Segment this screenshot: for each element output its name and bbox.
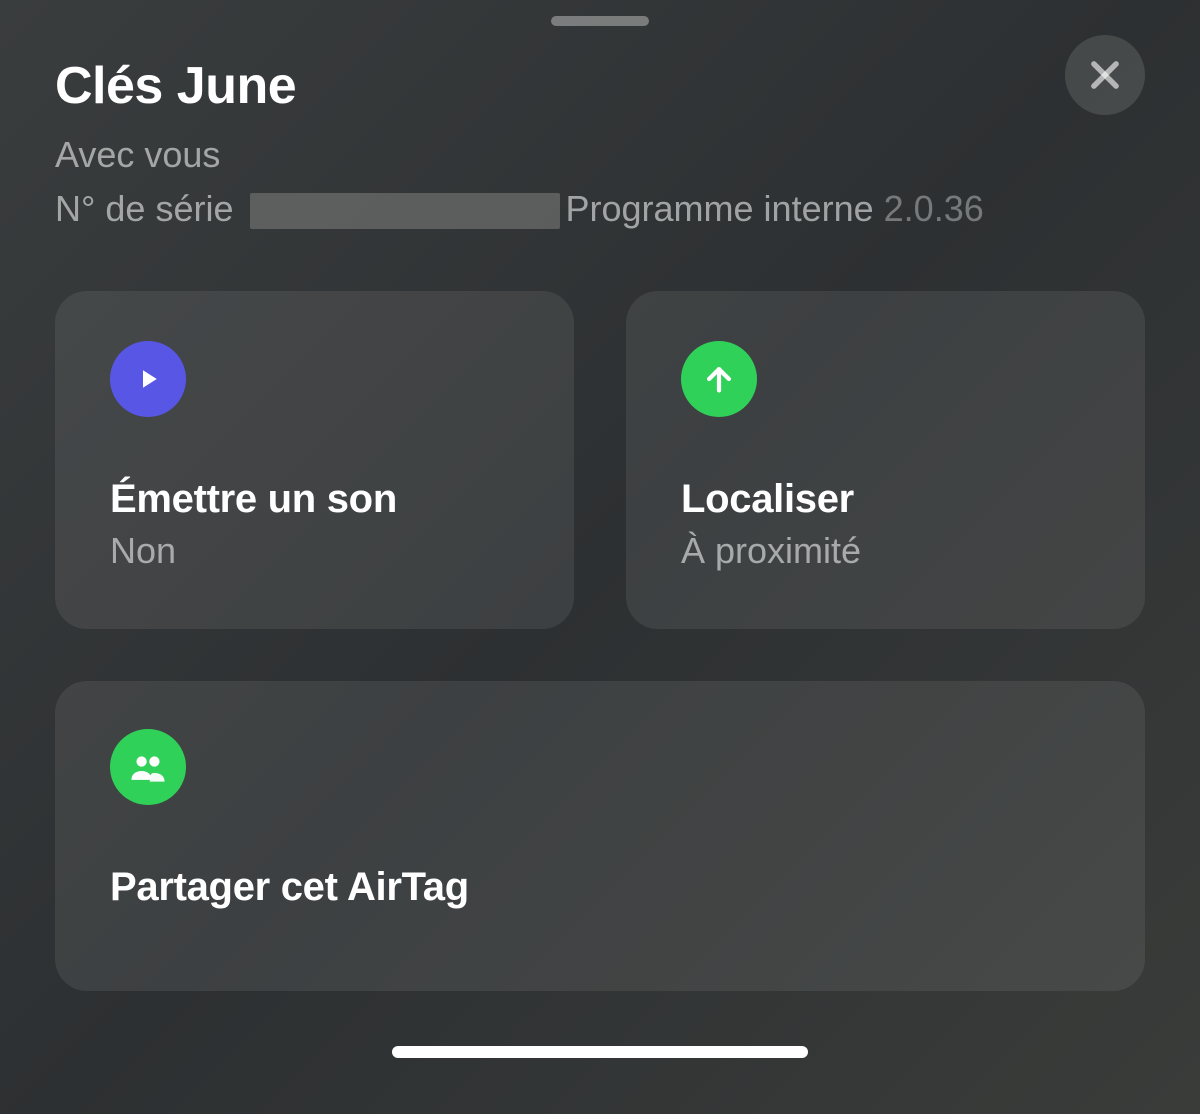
- share-card[interactable]: Partager cet AirTag: [55, 681, 1145, 991]
- item-header: Clés June Avec vous N° de série Programm…: [0, 0, 1200, 236]
- item-title: Clés June: [55, 56, 1145, 116]
- item-details-line: N° de série Programme interne 2.0.36: [55, 182, 1145, 236]
- close-icon: [1086, 56, 1124, 94]
- share-title: Partager cet AirTag: [110, 865, 1090, 910]
- locate-subtitle: À proximité: [681, 530, 1090, 572]
- play-icon: [110, 341, 186, 417]
- serial-value-redacted: [250, 193, 560, 229]
- item-status: Avec vous: [55, 128, 1145, 182]
- locate-card[interactable]: Localiser À proximité: [626, 291, 1145, 629]
- serial-label: N° de série: [55, 188, 233, 229]
- play-sound-subtitle: Non: [110, 530, 519, 572]
- play-sound-card[interactable]: Émettre un son Non: [55, 291, 574, 629]
- people-icon: [110, 729, 186, 805]
- home-indicator[interactable]: [392, 1046, 808, 1058]
- firmware-label: Programme interne: [566, 188, 874, 229]
- play-sound-title: Émettre un son: [110, 477, 519, 522]
- drag-handle[interactable]: [551, 16, 649, 26]
- action-cards-row: Émettre un son Non Localiser À proximité: [0, 236, 1200, 629]
- locate-title: Localiser: [681, 477, 1090, 522]
- close-button[interactable]: [1065, 35, 1145, 115]
- arrow-up-icon: [681, 341, 757, 417]
- firmware-version: 2.0.36: [884, 188, 984, 229]
